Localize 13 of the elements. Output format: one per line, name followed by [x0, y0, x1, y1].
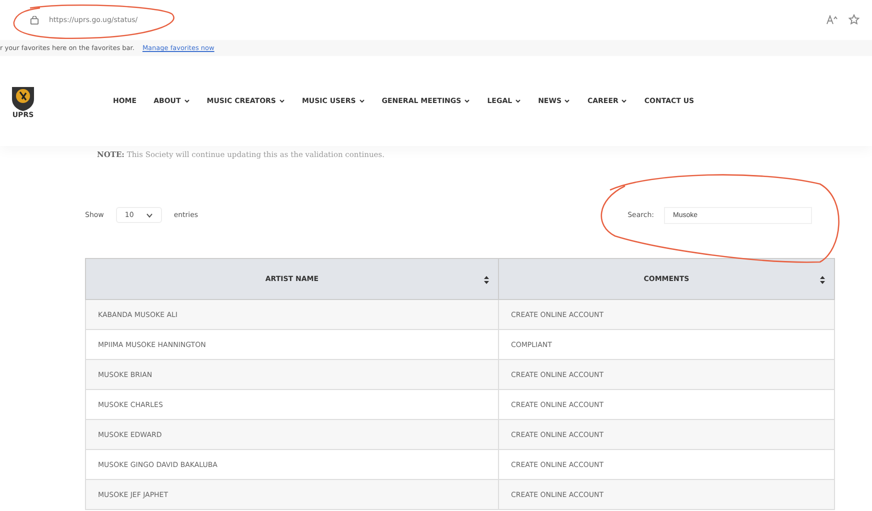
caret-icon[interactable] — [564, 99, 570, 103]
caret-icon[interactable] — [184, 99, 190, 103]
caret-icon[interactable] — [515, 99, 522, 103]
caret-icon[interactable] — [278, 99, 285, 103]
caret-icon[interactable] — [358, 99, 365, 103]
caret-icon — [146, 212, 153, 218]
caret-icon[interactable] — [464, 99, 470, 103]
site-info-icon[interactable] — [30, 16, 39, 24]
caret-icon[interactable] — [621, 99, 628, 103]
sort-icon[interactable] — [820, 276, 825, 284]
favorites-icon[interactable] — [848, 14, 860, 26]
read-aloud-icon[interactable] — [826, 15, 838, 25]
sort-icon[interactable] — [484, 276, 489, 284]
